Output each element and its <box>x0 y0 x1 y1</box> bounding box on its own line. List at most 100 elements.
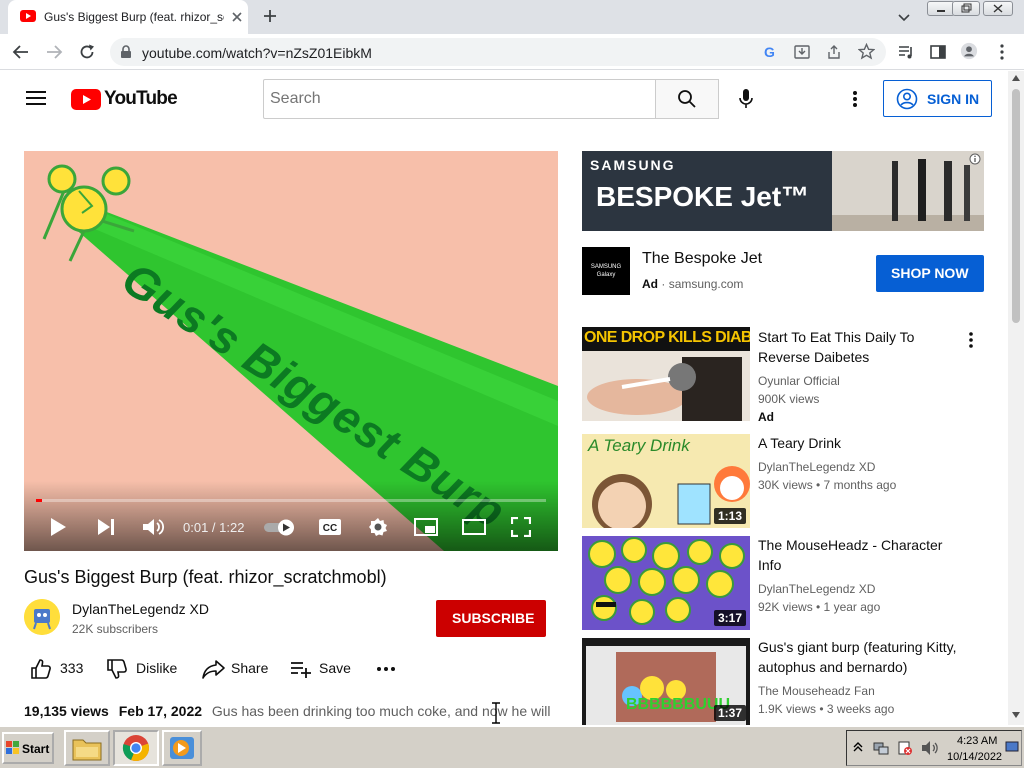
sign-in-button[interactable]: SIGN IN <box>883 80 992 117</box>
share-label: Share <box>231 660 269 676</box>
channel-avatar[interactable] <box>24 599 60 635</box>
back-arrow-icon[interactable] <box>12 43 30 61</box>
account-circle-icon <box>896 88 918 110</box>
microphone-icon[interactable] <box>738 88 754 110</box>
settings-gear-icon[interactable] <box>368 517 388 537</box>
time-display: 0:01 / 1:22 <box>183 520 245 535</box>
chrome-menu-icon[interactable] <box>993 43 1011 61</box>
play-icon[interactable] <box>48 517 68 537</box>
video-duration: 1:37 <box>713 705 746 721</box>
share-button[interactable]: Share <box>202 658 272 680</box>
url-text: youtube.com/watch?v=nZsZ01EibkM <box>142 45 372 61</box>
scrollbar-thumb[interactable] <box>1012 89 1020 323</box>
search-button[interactable] <box>655 79 719 119</box>
show-desktop-icon[interactable] <box>1005 740 1019 754</box>
side-panel-icon[interactable] <box>929 43 947 61</box>
recommendation-meta: 92K views • 1 year ago <box>758 600 881 614</box>
page-scrollbar[interactable] <box>1008 71 1024 725</box>
google-translate-icon[interactable]: G <box>762 44 778 60</box>
install-app-icon[interactable] <box>794 44 810 60</box>
captions-icon[interactable]: CC <box>318 518 342 536</box>
youtube-favicon-icon <box>20 10 36 22</box>
recommendation-thumbnail[interactable]: 3:17 <box>582 536 750 630</box>
browser-toolbar: youtube.com/watch?v=nZsZ01EibkM G <box>0 34 1024 70</box>
miniplayer-icon[interactable] <box>414 518 438 536</box>
recommendation-title[interactable]: A Teary Drink <box>758 433 958 453</box>
subscribe-button[interactable]: SUBSCRIBE <box>436 600 546 637</box>
taskbar-media-player[interactable] <box>162 730 202 766</box>
clock-time[interactable]: 4:23 AM <box>957 735 997 747</box>
clock-date[interactable]: 10/14/2022 <box>947 751 1002 763</box>
minimize-button[interactable] <box>927 1 955 16</box>
settings-more-icon[interactable] <box>847 89 863 109</box>
thumbnail-text: ONE DROP KILLS DIABETES <box>584 329 750 346</box>
recommendation-title[interactable]: The MouseHeadz - Character Info <box>758 535 958 575</box>
fullscreen-icon[interactable] <box>511 517 531 537</box>
dislike-label: Dislike <box>136 660 178 676</box>
theater-mode-icon[interactable] <box>462 518 486 536</box>
recommendation-title[interactable]: Gus's giant burp (featuring Kitty, autop… <box>758 637 958 677</box>
tab-title: Gus's Biggest Burp (feat. rhizor_scra <box>44 10 224 24</box>
scroll-down-arrow-icon[interactable] <box>1012 712 1020 718</box>
lock-icon[interactable] <box>120 45 132 59</box>
reload-icon[interactable] <box>78 43 96 61</box>
recommendation-thumbnail[interactable]: BBBBBBUUU 1:37 <box>582 638 750 725</box>
start-button[interactable]: Start <box>2 732 54 764</box>
network-icon[interactable] <box>873 740 889 756</box>
ad-info-icon[interactable] <box>969 153 981 165</box>
recommendation-channel[interactable]: DylanTheLegendz XD <box>758 460 875 474</box>
taskbar-explorer[interactable] <box>64 730 110 766</box>
recommendation-channel[interactable]: Oyunlar Official <box>758 374 840 388</box>
youtube-logo[interactable]: YouTube <box>71 87 178 111</box>
ad-logo[interactable]: SAMSUNG Galaxy <box>582 247 630 295</box>
taskbar-chrome[interactable] <box>113 730 159 766</box>
media-queue-icon[interactable] <box>897 43 915 61</box>
hamburger-menu-icon[interactable] <box>26 90 46 106</box>
new-tab-icon[interactable] <box>262 8 278 24</box>
youtube-logo-text: YouTube <box>104 88 178 109</box>
like-button[interactable]: 333 <box>30 658 90 680</box>
ad-banner[interactable]: SAMSUNG BESPOKE Jet™ <box>582 151 984 231</box>
autoplay-toggle-icon[interactable] <box>262 518 298 536</box>
action-center-icon[interactable] <box>897 740 913 756</box>
save-button[interactable]: Save <box>290 658 354 680</box>
scroll-up-arrow-icon[interactable] <box>1012 75 1020 81</box>
speaker-icon[interactable] <box>921 740 939 756</box>
more-actions-icon[interactable] <box>376 665 396 673</box>
address-bar[interactable]: youtube.com/watch?v=nZsZ01EibkM G <box>110 38 886 66</box>
channel-name[interactable]: DylanTheLegendz XD <box>72 601 209 617</box>
recommendation-thumbnail[interactable]: A Teary Drink 1:13 <box>582 434 750 528</box>
tab-search-chevron-icon[interactable] <box>897 10 911 24</box>
bookmark-star-icon[interactable] <box>858 43 875 60</box>
share-page-icon[interactable] <box>826 44 842 60</box>
search-input[interactable] <box>264 80 655 118</box>
ad-banner-title: BESPOKE Jet™ <box>596 181 810 212</box>
taskbar: Start 4:23 AM 10/14/2022 <box>0 725 1024 768</box>
browser-tab[interactable]: Gus's Biggest Burp (feat. rhizor_scra <box>8 0 248 34</box>
recommendation-ad-badge: Ad <box>758 410 774 424</box>
search-box <box>263 79 656 119</box>
video-player[interactable]: Gus's Biggest Burp 0:01 / 1:22 CC <box>24 151 558 551</box>
next-video-icon[interactable] <box>96 518 116 536</box>
view-count: 19,135 views <box>24 703 109 719</box>
dislike-button[interactable]: Dislike <box>106 658 186 680</box>
channel-avatar-image <box>24 599 60 635</box>
forward-arrow-icon[interactable] <box>45 43 63 61</box>
recommendation-thumbnail[interactable]: ONE DROP KILLS DIABETES <box>582 327 750 421</box>
shop-now-button[interactable]: SHOP NOW <box>876 255 984 292</box>
description[interactable]: 19,135 views Feb 17, 2022 Gus has been d… <box>24 703 550 719</box>
recommendation-menu-icon[interactable] <box>964 330 978 350</box>
show-hidden-icons-icon[interactable] <box>853 741 863 753</box>
recommendation-channel[interactable]: DylanTheLegendz XD <box>758 582 875 596</box>
restore-button[interactable] <box>952 1 980 16</box>
recommendation-meta: 900K views <box>758 392 820 406</box>
recommendation-channel[interactable]: The Mouseheadz Fan <box>758 684 875 698</box>
progress-bar[interactable] <box>36 499 546 502</box>
close-tab-icon[interactable] <box>230 10 244 24</box>
shop-now-label: SHOP NOW <box>891 265 969 281</box>
profile-icon[interactable] <box>960 42 978 60</box>
close-window-button[interactable] <box>983 1 1013 16</box>
volume-icon[interactable] <box>142 517 164 537</box>
recommendation-title[interactable]: Start To Eat This Daily To Reverse Daibe… <box>758 327 958 367</box>
ad-title[interactable]: The Bespoke Jet <box>642 250 762 268</box>
